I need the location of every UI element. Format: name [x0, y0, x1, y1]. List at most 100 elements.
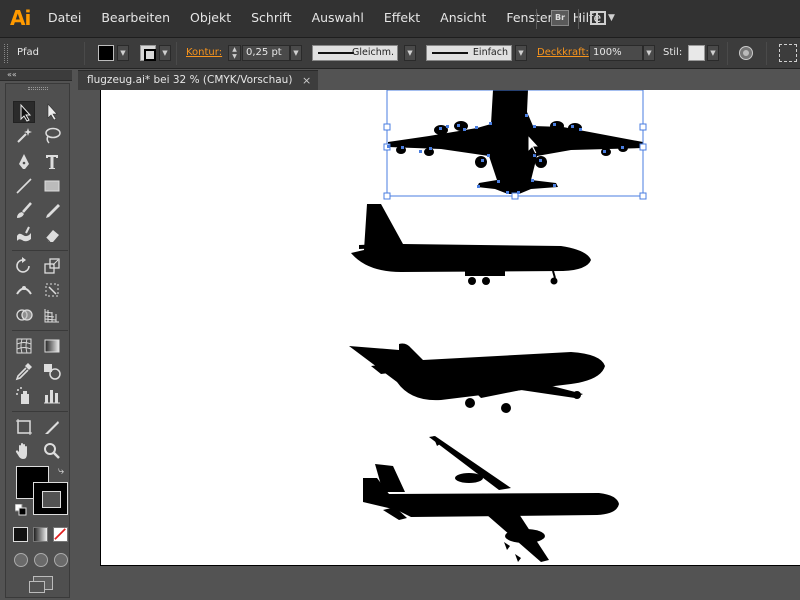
- tools-panel-header[interactable]: ««: [0, 70, 72, 81]
- gradient-tool-icon[interactable]: [41, 335, 63, 357]
- stroke-weight-stepper[interactable]: ▲ ▼: [228, 45, 241, 61]
- brush-dropdown[interactable]: ▼: [515, 45, 527, 61]
- tools-container: ⤷: [5, 83, 70, 598]
- menu-separator: [536, 9, 537, 29]
- stroke-weight-field[interactable]: 0,25 pt: [242, 45, 290, 61]
- airplane-top-view[interactable]: [388, 90, 643, 194]
- pen-tool-icon[interactable]: [13, 151, 35, 173]
- screen-mode-icon[interactable]: [29, 576, 53, 593]
- menu-datei[interactable]: Datei: [48, 10, 81, 25]
- brush-definition-select[interactable]: Einfach: [426, 45, 512, 61]
- airplane-perspective[interactable]: [363, 436, 619, 562]
- free-transform-tool-icon[interactable]: [41, 279, 63, 301]
- stroke-color-box[interactable]: [33, 482, 68, 515]
- stroke-color-swatch[interactable]: [140, 45, 156, 61]
- airplane-climbing[interactable]: [349, 343, 605, 414]
- shape-builder-tool-icon[interactable]: [13, 304, 35, 326]
- stroke-panel-link[interactable]: Kontur:: [186, 47, 222, 58]
- draw-behind-icon[interactable]: [34, 553, 48, 567]
- pasteboard[interactable]: [78, 90, 800, 600]
- bridge-button[interactable]: Br: [551, 10, 569, 26]
- tools-grip[interactable]: [28, 87, 48, 90]
- separator: [84, 42, 85, 65]
- hand-tool-icon[interactable]: [13, 440, 35, 462]
- artboard-tool-icon[interactable]: [13, 416, 35, 438]
- direct-selection-tool-icon[interactable]: [41, 101, 63, 123]
- menu-ansicht[interactable]: Ansicht: [440, 10, 486, 25]
- menu-objekt[interactable]: Objekt: [190, 10, 231, 25]
- collapse-icon[interactable]: ««: [7, 70, 17, 79]
- stroke-dropdown-arrow[interactable]: ▼: [159, 45, 171, 61]
- brush-line-preview: [432, 52, 468, 54]
- column-graph-tool-icon[interactable]: [41, 385, 63, 407]
- arrange-documents-icon[interactable]: [590, 11, 606, 25]
- blob-brush-tool-icon[interactable]: [13, 224, 35, 246]
- panel-grip[interactable]: [4, 44, 8, 63]
- slice-tool-icon[interactable]: [41, 416, 63, 438]
- opacity-field[interactable]: 100%: [589, 45, 643, 61]
- perspective-grid-tool-icon[interactable]: [41, 304, 63, 326]
- variable-width-profile-select[interactable]: Gleichm.: [312, 45, 398, 61]
- fill-dropdown-arrow[interactable]: ▼: [117, 45, 129, 61]
- menu-bar: Ai Datei Bearbeiten Objekt Schrift Auswa…: [0, 0, 800, 38]
- artboard[interactable]: [100, 90, 800, 566]
- rotate-tool-icon[interactable]: [13, 255, 35, 277]
- eyedropper-tool-icon[interactable]: [13, 360, 35, 382]
- draw-inside-icon[interactable]: [54, 553, 68, 567]
- selection-tool-icon[interactable]: [13, 101, 35, 123]
- separator: [12, 250, 68, 251]
- align-to-selection-icon[interactable]: [779, 44, 797, 62]
- graphic-style-swatch[interactable]: [688, 45, 705, 61]
- symbol-sprayer-tool-icon[interactable]: [13, 385, 35, 407]
- gradient-mode-button[interactable]: [33, 527, 48, 542]
- stroke-weight-dropdown[interactable]: ▼: [290, 45, 302, 61]
- menu-separator: [578, 9, 579, 29]
- selection-type-label: Pfad: [17, 47, 40, 58]
- control-bar: Pfad ▼ ▼ Kontur: ▲ ▼ 0,25 pt ▼ Gleichm. ▼…: [0, 38, 800, 69]
- opacity-panel-link[interactable]: Deckkraft:: [537, 47, 589, 58]
- zoom-tool-icon[interactable]: [41, 440, 63, 462]
- type-tool-icon[interactable]: [41, 151, 63, 173]
- style-dropdown[interactable]: ▼: [707, 45, 719, 61]
- menu-auswahl[interactable]: Auswahl: [312, 10, 364, 25]
- width-tool-icon[interactable]: [13, 279, 35, 301]
- scale-tool-icon[interactable]: [41, 255, 63, 277]
- recolor-artwork-icon[interactable]: [739, 46, 753, 60]
- document-tab[interactable]: flugzeug.ai* bei 32 % (CMYK/Vorschau) ×: [78, 70, 318, 90]
- menu-effekt[interactable]: Effekt: [384, 10, 420, 25]
- chevron-down-icon[interactable]: ▼: [608, 13, 615, 23]
- draw-normal-icon[interactable]: [14, 553, 28, 567]
- none-mode-button[interactable]: [53, 527, 68, 542]
- profile-label: Gleichm.: [351, 47, 394, 58]
- artwork-canvas[interactable]: [101, 90, 800, 566]
- mesh-tool-icon[interactable]: [13, 335, 35, 357]
- pencil-tool-icon[interactable]: [41, 200, 63, 222]
- color-mode-button[interactable]: [13, 527, 28, 542]
- magic-wand-tool-icon[interactable]: [13, 125, 35, 147]
- opacity-dropdown[interactable]: ▼: [643, 45, 655, 61]
- style-label: Stil:: [663, 47, 683, 58]
- airplane-side-view[interactable]: [351, 204, 591, 285]
- rectangle-tool-icon[interactable]: [41, 175, 63, 197]
- swap-fill-stroke-icon[interactable]: ⤷: [58, 464, 64, 478]
- lasso-tool-icon[interactable]: [41, 125, 63, 147]
- fill-color-swatch[interactable]: [98, 45, 114, 61]
- brush-label: Einfach: [472, 47, 508, 58]
- profile-dropdown[interactable]: ▼: [404, 45, 416, 61]
- separator: [727, 42, 728, 65]
- menu-fenster[interactable]: Fenster: [506, 10, 552, 25]
- eraser-tool-icon[interactable]: [41, 224, 63, 246]
- menu-bearbeiten[interactable]: Bearbeiten: [101, 10, 170, 25]
- close-icon[interactable]: ×: [302, 71, 311, 90]
- tools-panel: «« ⤷: [0, 70, 72, 600]
- menu-schrift[interactable]: Schrift: [251, 10, 291, 25]
- paintbrush-tool-icon[interactable]: [13, 200, 35, 222]
- separator: [12, 411, 68, 412]
- default-colors-icon[interactable]: [14, 503, 27, 516]
- line-segment-tool-icon[interactable]: [13, 175, 35, 197]
- profile-line-preview: [318, 52, 354, 54]
- separator: [176, 42, 177, 65]
- document-tab-bar: flugzeug.ai* bei 32 % (CMYK/Vorschau) ×: [78, 70, 800, 90]
- blend-tool-icon[interactable]: [41, 360, 63, 382]
- separator: [766, 42, 767, 65]
